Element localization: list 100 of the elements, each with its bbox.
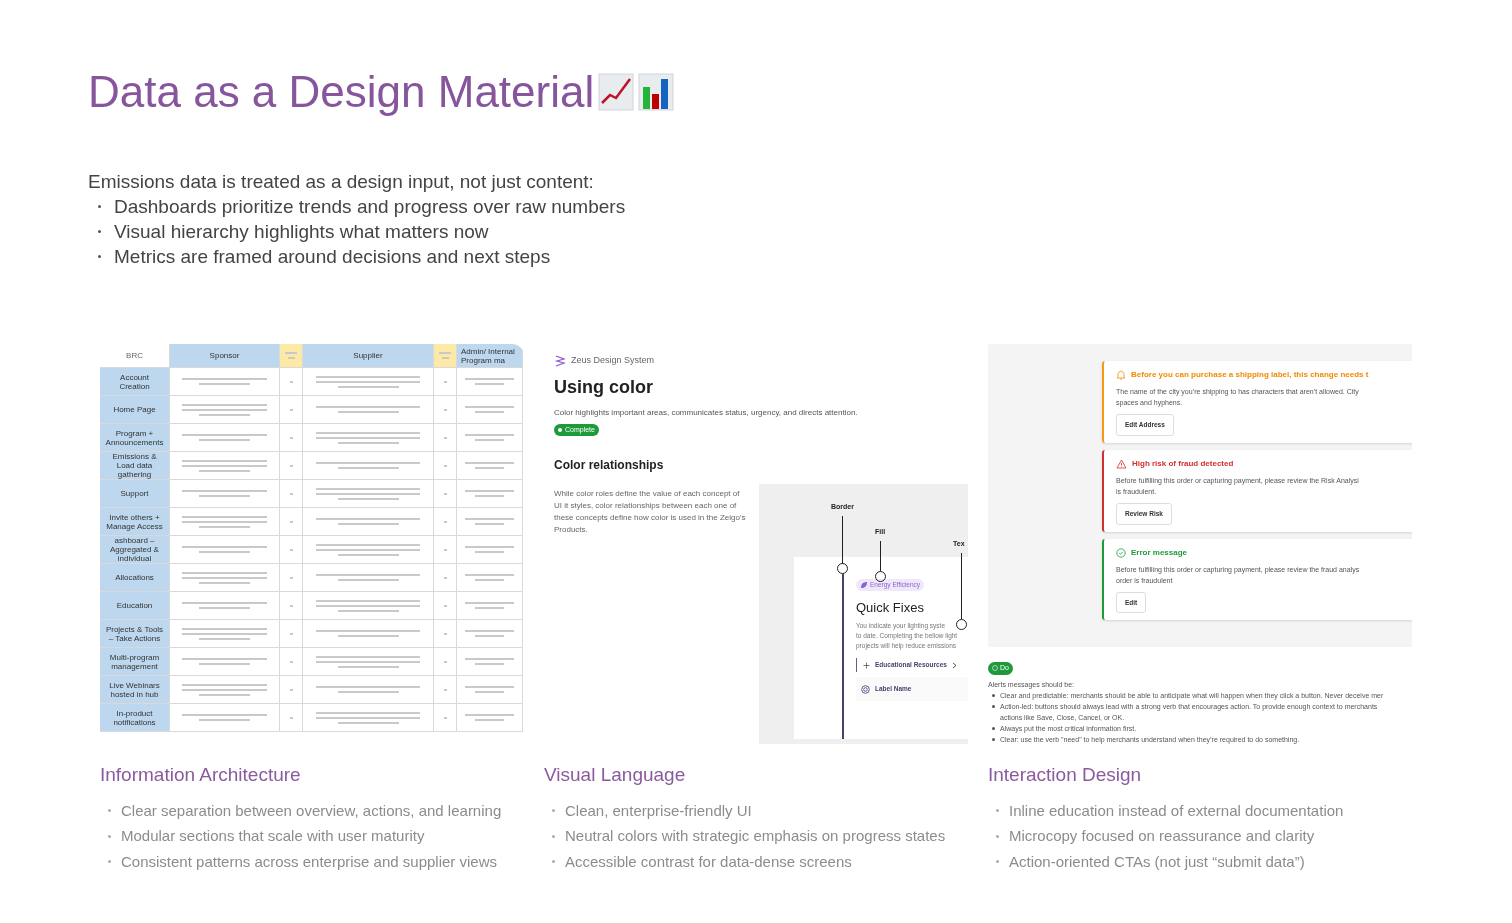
text-lines-drawing bbox=[288, 520, 294, 523]
text-lines-drawing bbox=[288, 604, 294, 607]
leaf-icon bbox=[860, 580, 868, 589]
bullet-icon bbox=[552, 860, 555, 864]
row-label-cell: Emissions & Load data gathering bbox=[100, 452, 170, 480]
intro-bullet: Dashboards prioritize trends and progress over raw numbers bbox=[114, 195, 626, 219]
row-label-cell: Account Creation bbox=[100, 368, 170, 396]
leader-line bbox=[842, 516, 843, 564]
row-label-cell: ashboard – Aggregated & individual bbox=[100, 536, 170, 564]
table-header-cell: Sponsor bbox=[170, 344, 280, 368]
showcase-bullet: Clear separation between overview, actions, and learning bbox=[121, 800, 502, 821]
text-lines-drawing bbox=[288, 688, 294, 691]
text-lines-drawing bbox=[288, 632, 294, 635]
showcase-bullet: Accessible contrast for data-dense screens bbox=[565, 851, 852, 872]
page-title: Data as a Design Material bbox=[88, 70, 595, 114]
showcase-bullet: Microcopy focused on reassurance and clarity bbox=[1009, 826, 1315, 846]
table-header-cell: BRC bbox=[100, 344, 170, 368]
text-lines-drawing bbox=[442, 380, 448, 383]
showcase-caption: Visual Language bbox=[544, 763, 687, 787]
text-lines-drawing bbox=[442, 520, 448, 523]
bullet-icon bbox=[996, 834, 999, 838]
text-lines-drawing bbox=[288, 716, 294, 719]
text-lines-drawing bbox=[442, 464, 448, 467]
row-label-cell: Multi-program management bbox=[100, 648, 170, 676]
card-title: Quick Fixes bbox=[856, 599, 924, 617]
section-paragraph: While color roles define the value of each concept of UI it styles, color relationships between each one of these concepts define how color is used in the Zeigo's Products. bbox=[554, 488, 747, 536]
bullet-icon bbox=[996, 860, 999, 864]
section-heading: Color relationships bbox=[554, 457, 665, 474]
text-lines-drawing bbox=[442, 436, 448, 439]
row-label-cell: Home Page bbox=[100, 396, 170, 424]
row-label-cell: In-product notifications bbox=[100, 704, 170, 732]
showcase-caption: Interaction Design bbox=[988, 763, 1143, 787]
text-lines-drawing bbox=[288, 464, 294, 467]
page-heading: Using color bbox=[554, 375, 654, 399]
bullet-icon bbox=[108, 834, 111, 838]
check-circle-icon bbox=[1116, 547, 1126, 558]
text-lines-drawing bbox=[288, 408, 294, 411]
line-chart-icon bbox=[598, 73, 635, 111]
showcase-bullet: Action-oriented CTAs (not just “submit data”) bbox=[1009, 851, 1305, 872]
bar-chart-icon bbox=[638, 73, 675, 111]
description: Color highlights important areas, communicates status, urgency, and directs attention. bbox=[554, 406, 859, 419]
bullet-icon bbox=[98, 205, 101, 208]
bullet-icon bbox=[552, 834, 555, 838]
text-lines-drawing bbox=[442, 548, 448, 551]
table-header-cell: Supplier bbox=[303, 344, 434, 368]
text-lines-drawing bbox=[288, 380, 294, 383]
text-lines-drawing bbox=[442, 632, 448, 635]
text-lines-drawing bbox=[288, 548, 294, 551]
showcase-bullet: Consistent patterns across enterprise and supplier views bbox=[121, 851, 498, 872]
plus-icon bbox=[863, 661, 870, 669]
text-lines-drawing bbox=[284, 352, 298, 359]
logo-icon bbox=[554, 354, 566, 367]
text-lines-drawing bbox=[442, 688, 448, 691]
text-lines-drawing bbox=[442, 576, 448, 579]
target-icon bbox=[861, 684, 870, 694]
text-lines-drawing bbox=[288, 576, 294, 579]
showcase-bullet: Clean, enterprise-friendly UI bbox=[565, 800, 752, 821]
bullet-icon bbox=[992, 704, 995, 708]
text-lines-drawing bbox=[442, 716, 448, 719]
bullet-icon bbox=[108, 809, 111, 813]
row-label-cell: Program + Announcements bbox=[100, 424, 170, 452]
bullet-icon bbox=[992, 693, 995, 697]
brand-name: Zeus Design System bbox=[571, 354, 655, 367]
leader-line bbox=[880, 541, 881, 571]
row-label-cell: Support bbox=[100, 480, 170, 508]
row-label-cell: Education bbox=[100, 592, 170, 620]
check-circle-icon bbox=[992, 665, 998, 672]
alert-title: Before you can purchase a shipping label, this change needs t bbox=[1131, 369, 1369, 381]
chevron-right-icon bbox=[951, 661, 957, 669]
bullet-icon bbox=[992, 726, 995, 730]
intro-text: Emissions data is treated as a design input, not just content: bbox=[88, 170, 595, 194]
text-lines-drawing bbox=[288, 436, 294, 439]
showcase-bullet: Inline education instead of external documentation bbox=[1009, 800, 1344, 821]
intro-bullet: Visual hierarchy highlights what matters now bbox=[114, 220, 489, 244]
bullet-icon bbox=[992, 737, 995, 741]
row-label-cell: Projects & Tools – Take Actions bbox=[100, 620, 170, 648]
text-lines-drawing bbox=[288, 660, 294, 663]
text-lines-drawing bbox=[288, 492, 294, 495]
bell-icon bbox=[1116, 370, 1126, 380]
row-label-cell: Invite others + Manage Access bbox=[100, 508, 170, 536]
showcase-bullet: Neutral colors with strategic emphasis on progress states bbox=[565, 826, 946, 846]
text-lines-drawing bbox=[442, 408, 448, 411]
alert-title: High risk of fraud detected bbox=[1132, 457, 1234, 470]
text-lines-drawing bbox=[442, 660, 448, 663]
leader-line bbox=[961, 553, 962, 619]
bullet-icon bbox=[552, 809, 555, 813]
bullet-icon bbox=[98, 255, 101, 258]
bullet-icon bbox=[108, 860, 111, 864]
row-label-cell: Live Webinars hosted in hub bbox=[100, 676, 170, 704]
text-lines-drawing bbox=[442, 604, 448, 607]
bullet-icon bbox=[98, 230, 101, 233]
text-lines-drawing bbox=[442, 492, 448, 495]
showcase-bullet: Modular sections that scale with user maturity bbox=[121, 826, 425, 846]
text-lines-drawing bbox=[438, 352, 452, 359]
alert-title: Error message bbox=[1131, 546, 1188, 559]
table-header-cell: Admin/ Internal Program ma bbox=[457, 344, 523, 368]
bullet-icon bbox=[996, 809, 999, 813]
row-label-cell: Allocations bbox=[100, 564, 170, 592]
showcase-caption: Information Architecture bbox=[100, 763, 302, 787]
intro-bullet: Metrics are framed around decisions and next steps bbox=[114, 245, 551, 269]
